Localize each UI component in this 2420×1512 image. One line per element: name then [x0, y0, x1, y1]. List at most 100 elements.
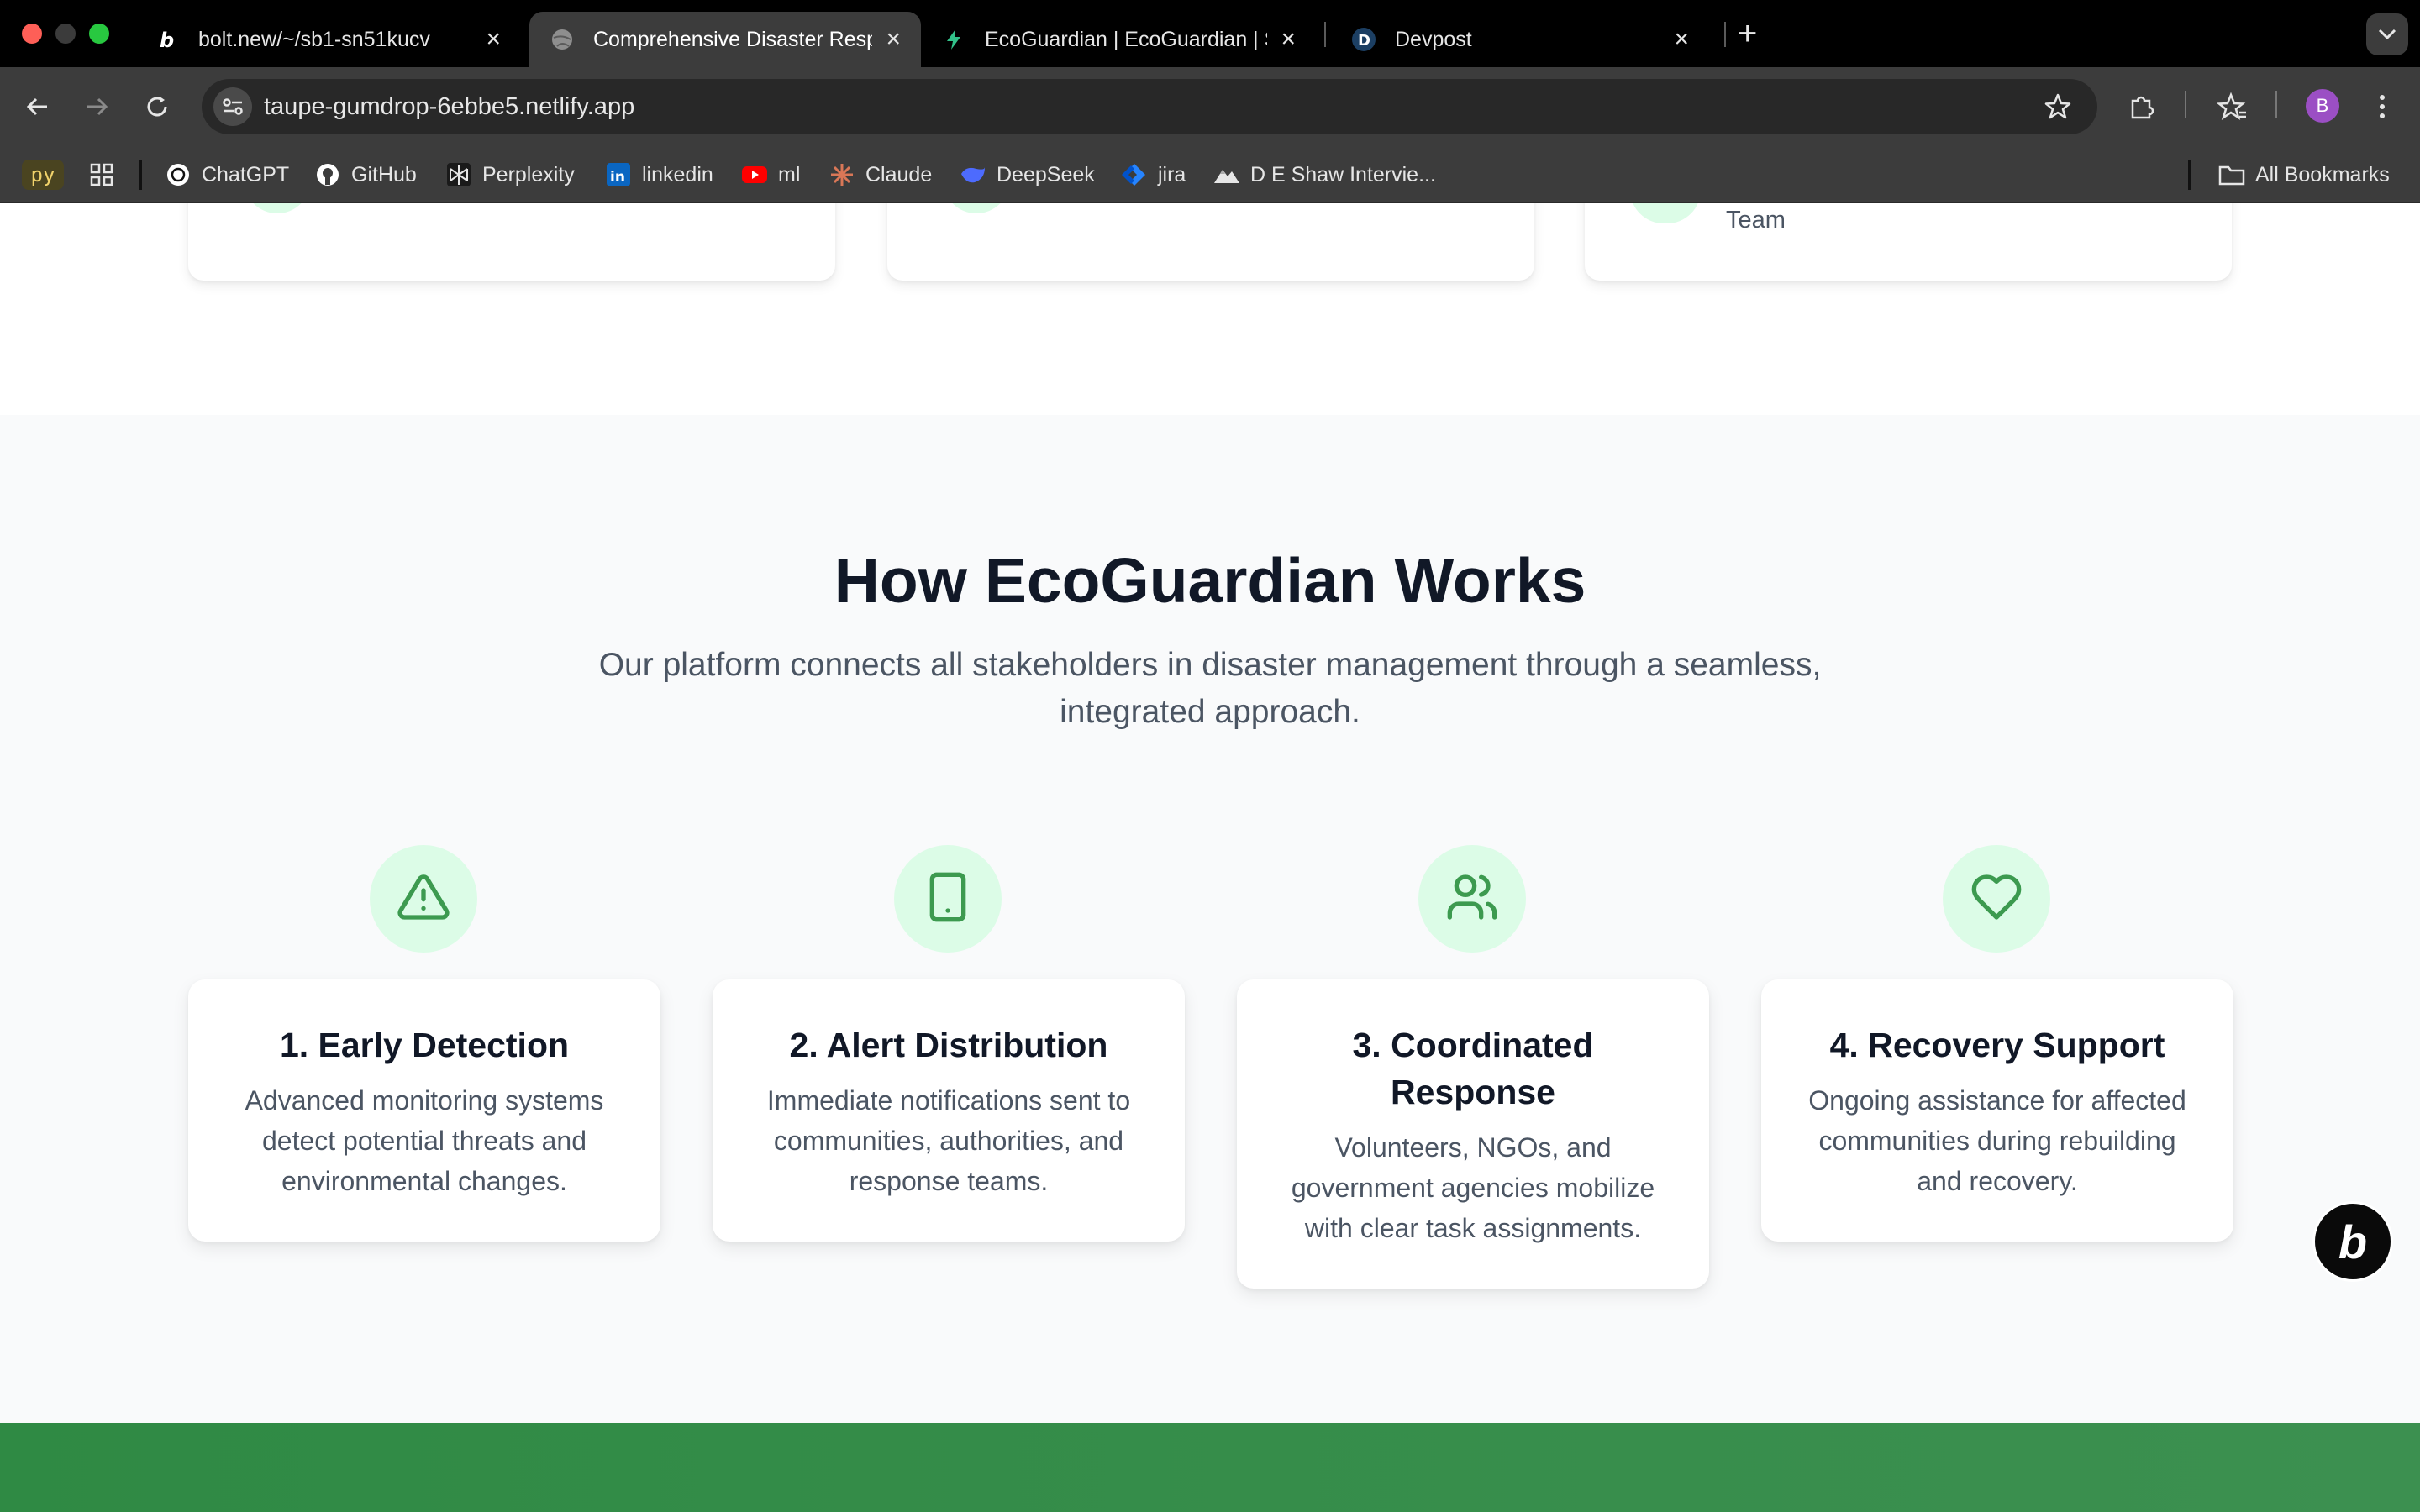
- toolbar-divider: [2185, 91, 2186, 118]
- close-icon[interactable]: ×: [1281, 25, 1296, 54]
- prev-card-text: Team: [1726, 207, 1786, 234]
- youtube-icon: [741, 161, 768, 188]
- alert-triangle-icon: [397, 870, 450, 928]
- bookmarks-divider: [2188, 160, 2191, 190]
- linkedin-icon: in: [605, 161, 632, 188]
- tab-ecoguardian[interactable]: EcoGuardian | EcoGuardian | S ×: [921, 12, 1316, 67]
- bookmark-label: Claude: [865, 162, 933, 186]
- step-card-coordinated-response: 3. Coordinated Response Volunteers, NGOs…: [1237, 979, 1709, 1289]
- bookmark-ml[interactable]: ml: [741, 158, 800, 192]
- bookmark-claude[interactable]: Claude: [829, 158, 932, 192]
- svg-text:in: in: [610, 169, 625, 186]
- forward-arrow-icon[interactable]: [77, 87, 116, 126]
- bolt-icon: b: [155, 27, 180, 52]
- bookmark-label: D E Shaw Intervie...: [1250, 162, 1436, 186]
- step-description: Ongoing assistance for affected communit…: [1808, 1085, 2186, 1196]
- prev-feature-card: [887, 203, 1534, 281]
- heart-icon: [1970, 870, 2023, 928]
- prev-card-icon-bg: [1630, 203, 1701, 223]
- extensions-puzzle-icon[interactable]: [2123, 87, 2161, 126]
- bookmark-py-chip[interactable]: py: [22, 160, 64, 190]
- bookmark-de-shaw[interactable]: D E Shaw Intervie...: [1213, 158, 1436, 192]
- next-section-green-band: [0, 1423, 2420, 1512]
- previous-section-band: Team: [0, 203, 2420, 415]
- perplexity-icon: [445, 161, 472, 188]
- close-icon[interactable]: ×: [1674, 25, 1689, 54]
- section-title: How EcoGuardian Works: [834, 545, 1586, 616]
- site-settings-icon[interactable]: [213, 87, 252, 126]
- step-icon-circle: [894, 845, 1002, 953]
- page-viewport: Team How EcoGuardian Works Our platform …: [0, 203, 2420, 1512]
- step-card-recovery-support: 4. Recovery Support Ongoing assistance f…: [1761, 979, 2233, 1242]
- bookmarks-divider: [139, 160, 142, 190]
- step-title: 4. Recovery Support: [1829, 1026, 2165, 1064]
- apps-grid-icon[interactable]: [89, 158, 114, 192]
- bookmark-label: DeepSeek: [997, 162, 1095, 186]
- step-description: Volunteers, NGOs, and government agencie…: [1291, 1132, 1655, 1243]
- step-card-early-detection: 1. Early Detection Advanced monitoring s…: [188, 979, 660, 1242]
- jira-icon: [1121, 161, 1148, 188]
- url-text: taupe-gumdrop-6ebbe5.netlify.app: [264, 93, 635, 120]
- devpost-icon: D: [1351, 27, 1376, 52]
- all-bookmarks-folder[interactable]: All Bookmarks: [2218, 158, 2390, 192]
- tab-title: Comprehensive Disaster Resp: [593, 27, 873, 51]
- bolt-badge[interactable]: b: [2312, 1201, 2393, 1282]
- tab-devpost[interactable]: D Devpost ×: [1331, 12, 1709, 67]
- prev-feature-card: [188, 203, 835, 281]
- minimize-window-button[interactable]: [55, 24, 76, 44]
- users-icon: [1445, 870, 1499, 928]
- prev-card-icon-bg: [244, 203, 311, 213]
- bookmark-label: ml: [778, 162, 801, 186]
- github-icon: [314, 161, 341, 188]
- tab-bolt[interactable]: b bolt.new/~/sb1-sn51kucv ×: [134, 12, 521, 67]
- step-icon-circle: [1943, 845, 2050, 953]
- tab-search-chevron-icon[interactable]: [2366, 13, 2408, 55]
- step-description: Immediate notifications sent to communit…: [766, 1085, 1131, 1196]
- close-window-button[interactable]: [22, 24, 42, 44]
- bookmark-perplexity[interactable]: Perplexity: [445, 158, 575, 192]
- back-arrow-icon[interactable]: [18, 87, 57, 126]
- step-title: 1. Early Detection: [279, 1026, 570, 1064]
- toolbar-divider: [2275, 91, 2277, 118]
- bookmark-chatgpt[interactable]: ChatGPT: [165, 158, 289, 192]
- bookmark-label: All Bookmarks: [2255, 162, 2390, 186]
- mountain-icon: [1213, 161, 1240, 188]
- tab-comprehensive-disaster[interactable]: Comprehensive Disaster Resp ×: [529, 12, 921, 67]
- bookmark-star-icon[interactable]: [2044, 92, 2072, 125]
- bookmark-label: Perplexity: [482, 162, 575, 186]
- prev-feature-card: Team: [1585, 203, 2232, 281]
- tab-divider: [1724, 22, 1726, 47]
- tab-title: Devpost: [1395, 27, 1472, 51]
- deepseek-icon: [960, 161, 986, 188]
- chatgpt-icon: [165, 161, 192, 188]
- bookmarks-manager-icon[interactable]: [2213, 87, 2252, 126]
- bookmark-label: jira: [1158, 162, 1186, 186]
- folder-icon: [2218, 161, 2245, 188]
- close-icon[interactable]: ×: [486, 25, 501, 54]
- browser-tab-bar: b bolt.new/~/sb1-sn51kucv × Comprehensiv…: [0, 0, 2420, 67]
- step-icon-circle: [370, 845, 477, 953]
- menu-kebab-icon[interactable]: [2363, 87, 2402, 126]
- section-subtitle: Our platform connects all stakeholders i…: [598, 647, 1822, 730]
- bookmark-label: ChatGPT: [202, 162, 290, 186]
- address-bar[interactable]: taupe-gumdrop-6ebbe5.netlify.app: [202, 79, 2097, 134]
- bookmark-linkedin[interactable]: in linkedin: [605, 158, 713, 192]
- bookmark-label: linkedin: [642, 162, 713, 186]
- prev-card-icon-bg: [943, 203, 1010, 213]
- svg-text:b: b: [160, 29, 174, 50]
- browser-toolbar: taupe-gumdrop-6ebbe5.netlify.app: [0, 67, 2420, 146]
- new-tab-plus-icon[interactable]: +: [1738, 15, 1757, 53]
- reload-icon[interactable]: [138, 87, 176, 126]
- claude-icon: [829, 161, 855, 188]
- bookmark-deepseek[interactable]: DeepSeek: [960, 158, 1095, 192]
- maximize-window-button[interactable]: [89, 24, 109, 44]
- bookmark-label: GitHub: [351, 162, 417, 186]
- close-icon[interactable]: ×: [886, 25, 901, 54]
- step-description: Advanced monitoring systems detect poten…: [245, 1085, 604, 1196]
- tab-title: bolt.new/~/sb1-sn51kucv: [198, 27, 430, 51]
- tab-title: EcoGuardian | EcoGuardian | S: [985, 27, 1268, 51]
- bookmark-github[interactable]: GitHub: [314, 158, 417, 192]
- bookmark-jira[interactable]: jira: [1121, 158, 1186, 192]
- profile-avatar[interactable]: B: [2306, 89, 2339, 123]
- svg-text:D: D: [1358, 32, 1370, 50]
